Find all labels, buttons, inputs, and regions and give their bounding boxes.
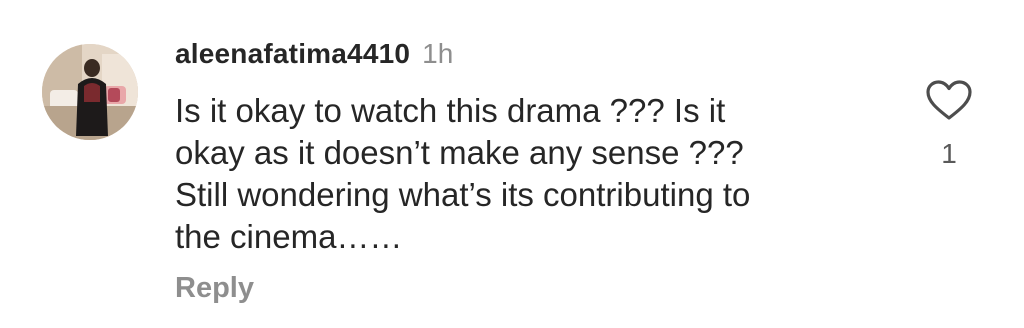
comment-text: Is it okay to watch this drama ??? Is it… <box>175 90 895 258</box>
comment-text-line: Still wondering what’s its contributing … <box>175 176 751 213</box>
username-link[interactable]: aleenafatima4410 <box>175 38 410 70</box>
reply-button[interactable]: Reply <box>175 272 254 305</box>
heart-outline-icon <box>926 80 972 120</box>
comment-text-line: okay as it doesn’t make any sense ??? <box>175 134 744 171</box>
avatar[interactable] <box>42 44 138 140</box>
like-count: 1 <box>941 138 957 169</box>
comment-item: aleenafatima4410 1h Is it okay to watch … <box>0 0 1024 328</box>
comment-text-line: Is it okay to watch this drama ??? Is it <box>175 92 726 129</box>
like-button[interactable] <box>924 78 974 122</box>
comment-text-line: the cinema…… <box>175 218 403 255</box>
timestamp: 1h <box>422 38 454 69</box>
comment-header: aleenafatima4410 1h <box>175 38 453 78</box>
avatar-photo <box>42 44 138 140</box>
